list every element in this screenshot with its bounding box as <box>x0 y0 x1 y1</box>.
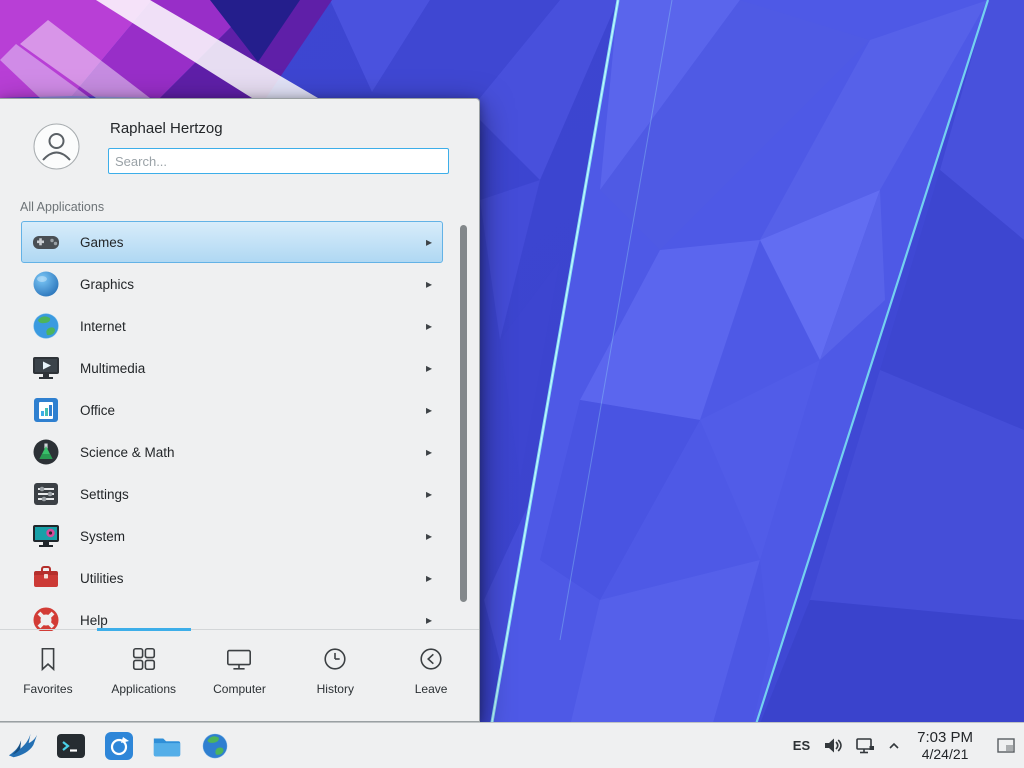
system-monitor-icon <box>30 520 62 552</box>
search-input[interactable] <box>108 148 449 174</box>
computer-monitor-icon <box>225 645 253 673</box>
submenu-arrow-icon: ▸ <box>426 445 432 459</box>
web-browser-button[interactable] <box>198 729 232 763</box>
office-document-icon <box>30 394 62 426</box>
category-list: Games ▸ Graphics ▸ Internet ▸ <box>0 221 479 631</box>
submenu-arrow-icon: ▸ <box>426 403 432 417</box>
tab-applications[interactable]: Applications <box>96 630 192 721</box>
taskbar-launchers <box>0 729 232 763</box>
category-row-games[interactable]: Games ▸ <box>21 221 443 263</box>
help-lifebuoy-icon <box>30 604 62 631</box>
category-label: Office <box>80 403 115 418</box>
terminal-icon <box>55 730 87 762</box>
section-label: All Applications <box>20 200 104 214</box>
category-row-internet[interactable]: Internet ▸ <box>21 305 443 347</box>
category-label: Multimedia <box>80 361 145 376</box>
digital-clock[interactable]: 7:03 PM 4/24/21 <box>917 729 973 762</box>
software-center-icon <box>103 730 135 762</box>
software-center-button[interactable] <box>102 729 136 763</box>
science-flask-icon <box>30 436 62 468</box>
category-label: Games <box>80 235 124 250</box>
globe-icon <box>30 310 62 342</box>
utilities-toolbox-icon <box>30 562 62 594</box>
expand-tray-caret-icon[interactable] <box>888 742 900 750</box>
tab-computer[interactable]: Computer <box>192 630 288 721</box>
category-label: Graphics <box>80 277 134 292</box>
category-label: Science & Math <box>80 445 175 460</box>
tab-favorites[interactable]: Favorites <box>0 630 96 721</box>
submenu-arrow-icon: ▸ <box>426 613 432 627</box>
tab-label: History <box>317 682 354 696</box>
leave-back-icon <box>417 645 445 673</box>
category-row-graphics[interactable]: Graphics ▸ <box>21 263 443 305</box>
system-tray: ES 7:03 PM 4/24/21 <box>793 727 1024 765</box>
submenu-arrow-icon: ▸ <box>426 235 432 249</box>
tab-label: Computer <box>213 682 266 696</box>
bookmark-icon <box>34 645 62 673</box>
file-manager-button[interactable] <box>150 729 184 763</box>
tab-label: Leave <box>415 682 448 696</box>
taskbar-panel: ES 7:03 PM 4/24/21 <box>0 722 1024 768</box>
category-row-help[interactable]: Help ▸ <box>21 599 443 631</box>
launcher-tab-bar: Favorites Applications Computer <box>0 629 479 721</box>
category-label: System <box>80 529 125 544</box>
submenu-arrow-icon: ▸ <box>426 277 432 291</box>
folder-icon <box>151 730 183 762</box>
browser-globe-icon <box>200 731 230 761</box>
tab-leave[interactable]: Leave <box>383 630 479 721</box>
active-tab-indicator <box>97 628 191 631</box>
history-clock-icon <box>321 645 349 673</box>
submenu-arrow-icon: ▸ <box>426 319 432 333</box>
kali-dragon-icon <box>7 731 39 761</box>
network-icon[interactable] <box>855 737 875 755</box>
show-desktop-button[interactable] <box>994 727 1018 765</box>
applications-grid-icon <box>130 645 158 673</box>
gamepad-icon <box>30 226 62 258</box>
category-row-system[interactable]: System ▸ <box>21 515 443 557</box>
category-row-settings[interactable]: Settings ▸ <box>21 473 443 515</box>
submenu-arrow-icon: ▸ <box>426 361 432 375</box>
volume-icon[interactable] <box>823 737 842 754</box>
submenu-arrow-icon: ▸ <box>426 487 432 501</box>
category-row-utilities[interactable]: Utilities ▸ <box>21 557 443 599</box>
clock-time: 7:03 PM <box>917 729 973 746</box>
multimedia-monitor-icon <box>30 352 62 384</box>
terminal-button[interactable] <box>54 729 88 763</box>
category-label: Utilities <box>80 571 124 586</box>
app-launcher-button[interactable] <box>6 729 40 763</box>
clock-date: 4/24/21 <box>917 746 973 762</box>
category-label: Internet <box>80 319 126 334</box>
user-avatar[interactable] <box>33 123 80 170</box>
settings-sliders-icon <box>30 478 62 510</box>
submenu-arrow-icon: ▸ <box>426 571 432 585</box>
tab-label: Applications <box>111 682 176 696</box>
category-row-multimedia[interactable]: Multimedia ▸ <box>21 347 443 389</box>
tab-history[interactable]: History <box>287 630 383 721</box>
show-desktop-icon <box>997 738 1015 753</box>
keyboard-layout-indicator[interactable]: ES <box>793 738 810 753</box>
category-label: Help <box>80 613 108 628</box>
category-row-science-math[interactable]: Science & Math ▸ <box>21 431 443 473</box>
scrollbar-thumb[interactable] <box>460 225 467 602</box>
submenu-arrow-icon: ▸ <box>426 529 432 543</box>
category-row-office[interactable]: Office ▸ <box>21 389 443 431</box>
graphics-sphere-icon <box>30 268 62 300</box>
tab-label: Favorites <box>23 682 72 696</box>
user-name: Raphael Hertzog <box>110 120 223 137</box>
category-label: Settings <box>80 487 129 502</box>
application-launcher-menu: Raphael Hertzog All Applications Games ▸… <box>0 98 480 722</box>
